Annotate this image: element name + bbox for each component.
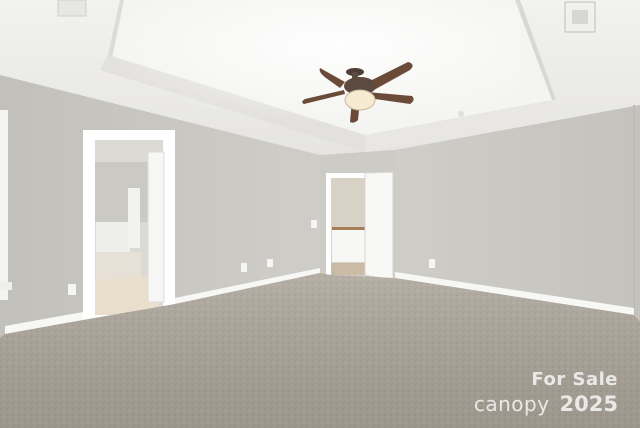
outlet	[429, 259, 435, 268]
room-photo	[0, 0, 640, 428]
ceiling-vent-left	[57, 0, 87, 17]
hallway-door[interactable]	[364, 171, 394, 281]
light-switch	[311, 220, 317, 228]
smoke-detector	[458, 111, 464, 117]
watermark-for-sale: For Sale	[531, 369, 618, 390]
outlet	[68, 284, 76, 295]
hallway-doorway	[326, 171, 394, 281]
outlet	[241, 263, 247, 272]
bathroom-door[interactable]	[147, 151, 165, 303]
watermark-brand: canopy	[473, 392, 550, 416]
outlet	[267, 259, 273, 267]
watermark-year: 2025	[559, 392, 618, 416]
watermark-brand-line: canopy 2025	[474, 392, 618, 416]
bathroom-doorway	[83, 130, 175, 320]
window-edge	[0, 110, 8, 300]
